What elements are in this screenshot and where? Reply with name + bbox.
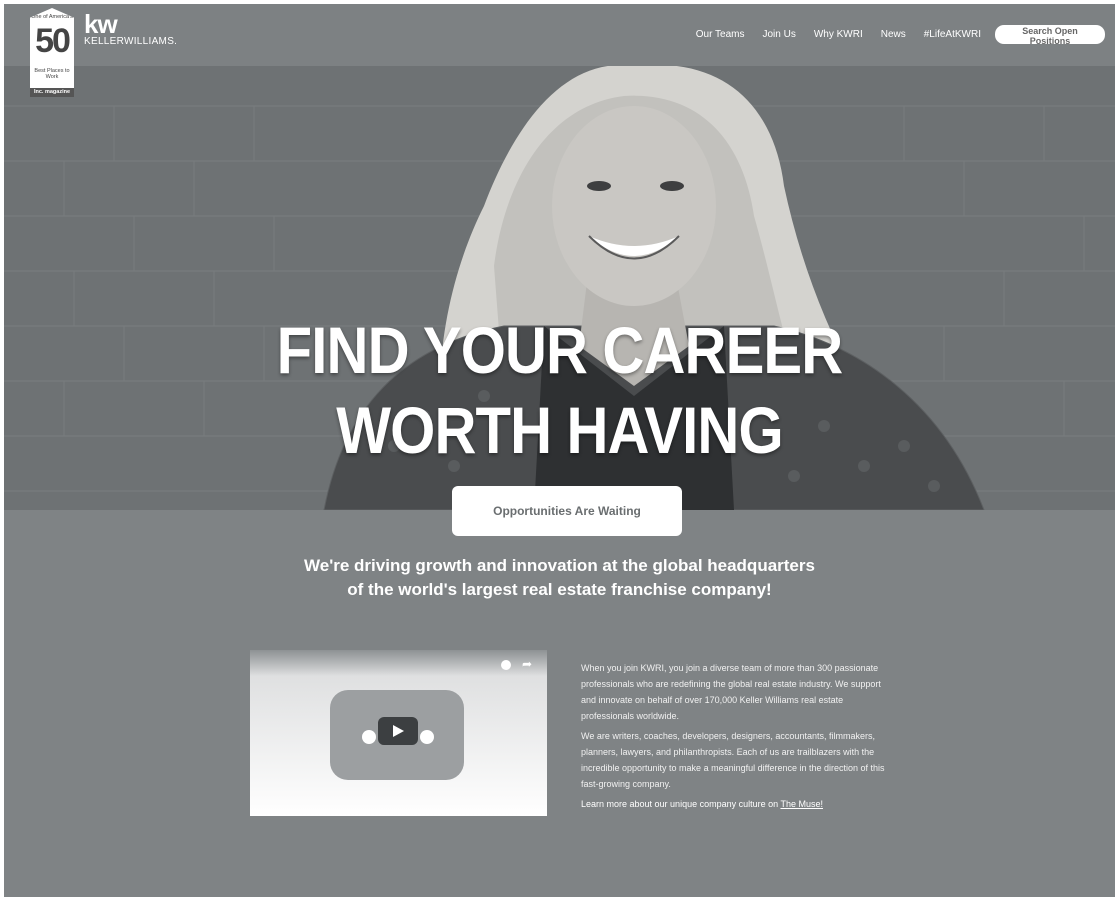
badge-house: One of America's 50 Best Places to Work	[30, 8, 74, 88]
nav-our-teams[interactable]: Our Teams	[696, 29, 745, 40]
hero-section: FIND YOUR CAREER WORTH HAVING	[4, 66, 1115, 510]
hero-title-line1: FIND YOUR CAREER	[276, 313, 844, 387]
best-places-badge: One of America's 50 Best Places to Work …	[30, 8, 74, 97]
main-nav: Our Teams Join Us Why KWRI News #LifeAtK…	[678, 24, 1105, 46]
intro-paragraph-2: We are writers, coaches, developers, des…	[581, 731, 885, 789]
badge-top-text: One of America's	[31, 14, 73, 20]
nav-why-kwri[interactable]: Why KWRI	[814, 29, 863, 40]
learn-more-text: Learn more about our unique company cult…	[581, 799, 781, 809]
search-open-positions-button[interactable]: Search Open Positions	[995, 24, 1105, 46]
nav-news[interactable]: News	[881, 29, 906, 40]
the-muse-link[interactable]: The Muse!	[780, 799, 823, 809]
tagline-line2: of the world's largest real estate franc…	[347, 580, 772, 599]
kw-logo-mark: kw	[84, 9, 118, 39]
video-dot-left	[362, 730, 376, 744]
intro-paragraph-1: When you join KWRI, you join a diverse t…	[581, 663, 881, 721]
kw-logo-wordmark: KELLERWILLIAMS.	[84, 36, 178, 47]
badge-number: 50	[35, 22, 71, 60]
learn-more-line: Learn more about our unique company cult…	[581, 796, 893, 812]
share-icon[interactable]: ➦	[522, 657, 532, 671]
hero-title: FIND YOUR CAREER WORTH HAVING	[71, 310, 1049, 470]
video-player[interactable]: ➦	[250, 650, 547, 816]
hero-title-line2: WORTH HAVING	[336, 393, 783, 467]
nav-life-at-kwri[interactable]: #LifeAtKWRI	[924, 29, 981, 40]
nav-join-us[interactable]: Join Us	[762, 29, 795, 40]
tagline-line1: We're driving growth and innovation at t…	[304, 556, 815, 575]
site-header: One of America's 50 Best Places to Work …	[4, 4, 1115, 97]
opportunities-button[interactable]: Opportunities Are Waiting	[452, 486, 682, 536]
badge-footer: Inc. magazine	[30, 88, 74, 97]
badge-subtitle: Best Places to Work	[34, 68, 70, 80]
play-icon[interactable]	[378, 717, 418, 745]
intro-copy: When you join KWRI, you join a diverse t…	[581, 660, 893, 816]
clock-icon[interactable]	[501, 660, 511, 670]
tagline: We're driving growth and innovation at t…	[4, 554, 1115, 602]
kw-logo[interactable]: kw KELLERWILLIAMS.	[84, 9, 178, 48]
page-frame: One of America's 50 Best Places to Work …	[4, 4, 1115, 897]
video-dot-right	[420, 730, 434, 744]
